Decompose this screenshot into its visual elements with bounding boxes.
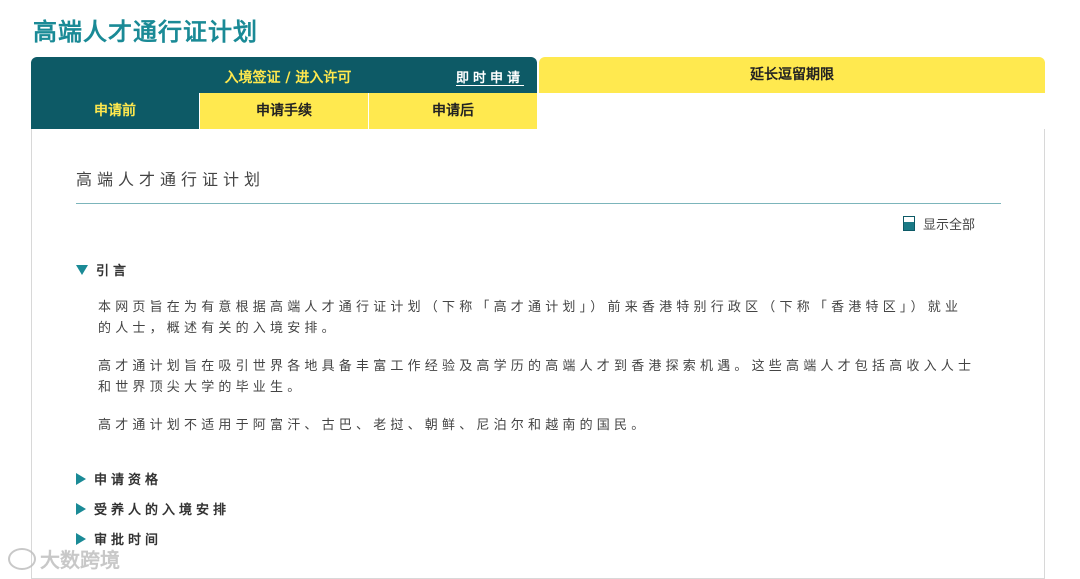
title-divider [76,203,1001,204]
expand-all-icon [903,216,915,231]
intro-paragraph: 高才通计划旨在吸引世界各地具备丰富工作经验及高学历的高端人才到香港探索机遇。这些… [98,359,976,395]
content-title: 高端人才通行证计划 [76,170,266,189]
apply-now-link[interactable]: 即时申请 [456,67,524,86]
section-eligibility-label: 申请资格 [94,473,163,488]
subtab-application-procedures[interactable]: 申请手续 [200,93,368,129]
intro-paragraph: 高才通计划不适用于阿富汗、古巴、老挝、朝鲜、尼泊尔和越南的国民。 [98,418,649,433]
page-title: 高端人才通行证计划 [33,18,258,46]
tab-extend-stay[interactable]: 延长逗留期限 [539,57,1045,93]
section-dependants-header[interactable]: 受养人的入境安排 [76,499,230,518]
watermark: 大数跨境 [8,544,120,573]
tab-entry-visa[interactable]: 入境签证 / 进入许可 即时申请 [31,57,537,93]
triangle-right-icon [76,502,86,515]
section-intro-header[interactable]: 引言 [76,260,130,279]
triangle-right-icon [76,472,86,485]
show-all-label: 显示全部 [923,218,976,233]
triangle-down-icon [76,264,88,275]
content-panel: 高端人才通行证计划 显示全部 引言 本网页旨在为有意根据高端人才通行证计划（下称… [31,129,1045,579]
section-intro-label: 引言 [96,264,131,279]
subtab-before-application[interactable]: 申请前 [31,93,199,129]
section-dependants-label: 受养人的入境安排 [94,503,231,518]
show-all-toggle[interactable]: 显示全部 [903,214,975,233]
triangle-right-icon [76,532,86,545]
watermark-logo-icon [8,547,36,570]
watermark-text: 大数跨境 [40,548,120,572]
tab-entry-visa-label: 入境签证 / 进入许可 [224,70,352,86]
intro-paragraph: 本网页旨在为有意根据高端人才通行证计划（下称「高才通计划」）前来香港特别行政区（… [98,300,963,336]
subtab-after-application[interactable]: 申请后 [369,93,537,129]
section-eligibility-header[interactable]: 申请资格 [76,469,162,488]
